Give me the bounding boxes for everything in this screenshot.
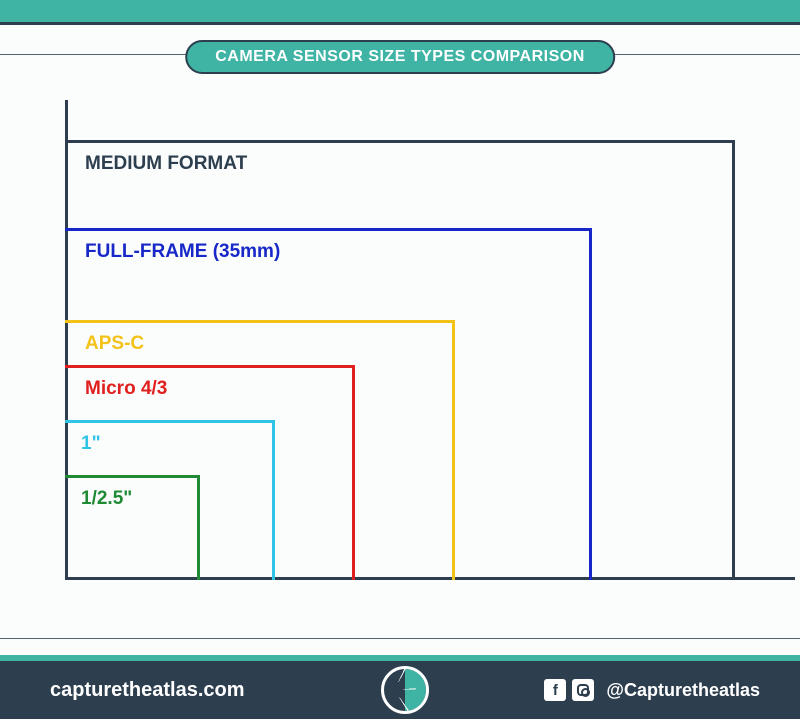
sensor-label-micro-four-thirds: Micro 4/3 [85, 378, 167, 400]
sensor-rect-one-over-2-5-inch: 1/2.5" [65, 475, 200, 580]
sensor-label-one-inch: 1" [81, 433, 101, 455]
header-accent-band [0, 0, 800, 25]
brand-logo-icon [381, 666, 429, 714]
facebook-icon: f [544, 679, 566, 701]
sensor-size-diagram: MEDIUM FORMAT FULL-FRAME (35mm) APS-C Mi… [65, 100, 765, 580]
sensor-label-aps-c: APS-C [85, 333, 144, 355]
footer-social-handle: @Capturetheatlas [606, 680, 760, 701]
footer-logo-wrap [365, 666, 445, 714]
instagram-icon [572, 679, 594, 701]
footer-social: f @Capturetheatlas [445, 679, 800, 701]
sensor-label-one-over-2-5-inch: 1/2.5" [81, 488, 132, 510]
footer: capturetheatlas.com f @Capturetheatlas [0, 655, 800, 719]
divider-bottom [0, 638, 800, 639]
sensor-label-full-frame: FULL-FRAME (35mm) [85, 241, 280, 263]
sensor-label-medium-format: MEDIUM FORMAT [85, 153, 247, 175]
footer-site-url: capturetheatlas.com [0, 679, 365, 702]
page-title: CAMERA SENSOR SIZE TYPES COMPARISON [185, 40, 615, 74]
